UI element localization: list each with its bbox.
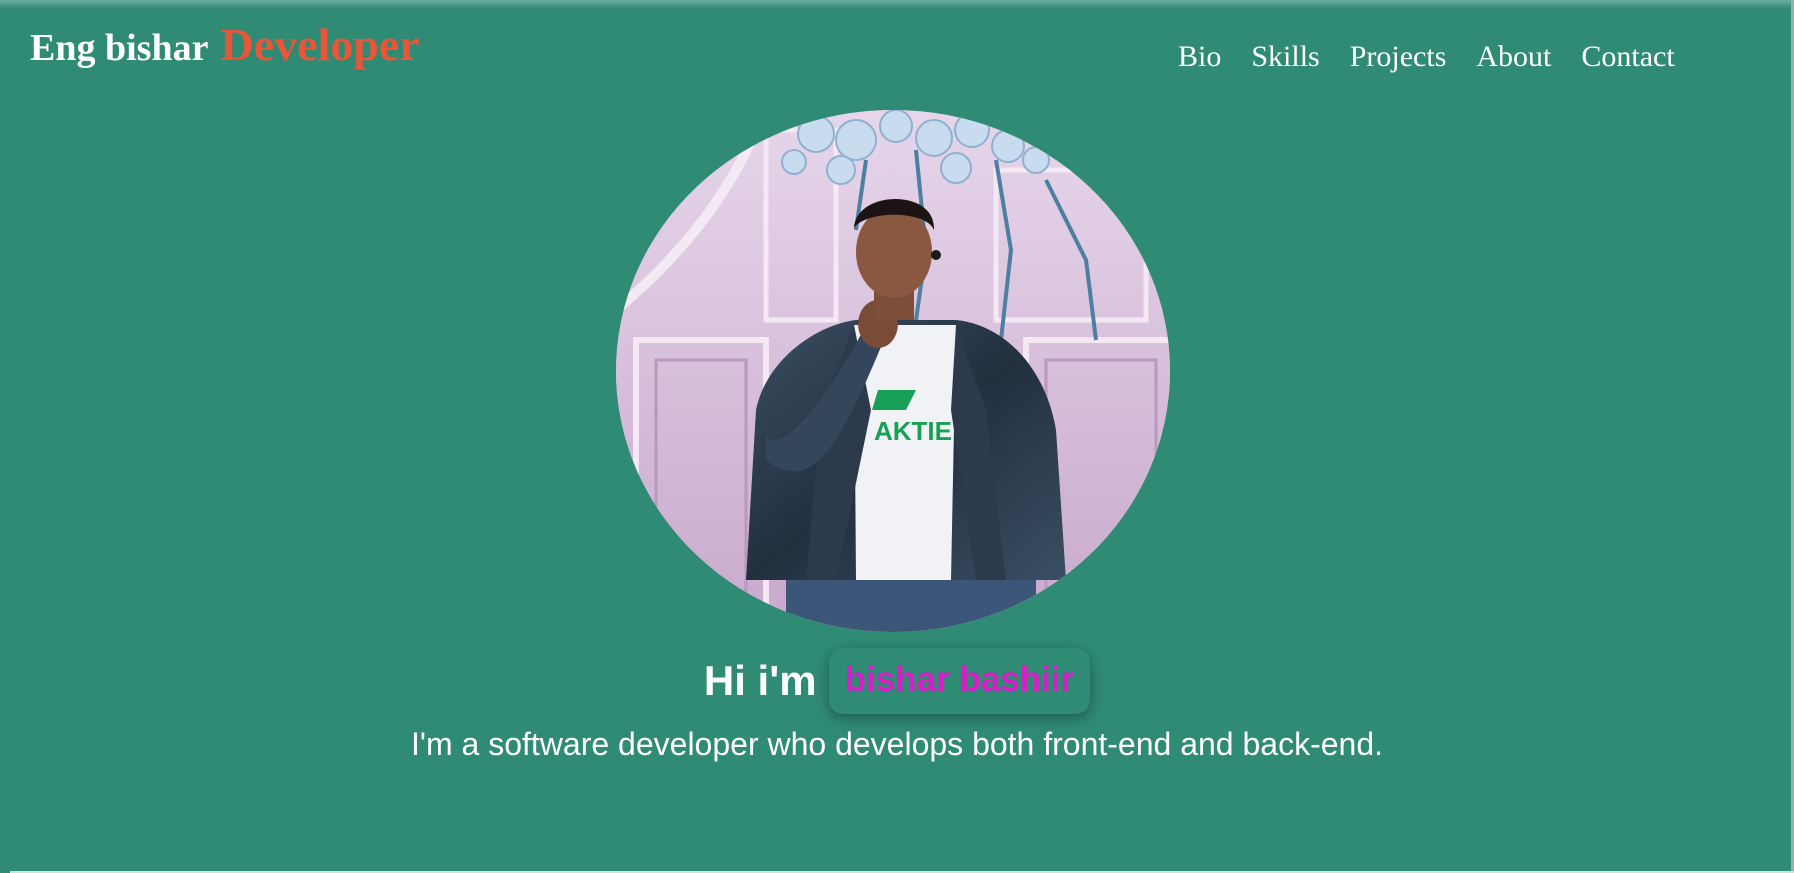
- nav-projects[interactable]: Projects: [1350, 40, 1447, 74]
- hero-greeting: Hi i'm bishar bashiir: [0, 648, 1794, 714]
- profile-photo: AKTIE: [616, 110, 1170, 632]
- top-border: [0, 0, 1794, 9]
- nav-skills[interactable]: Skills: [1251, 40, 1319, 74]
- nav-about[interactable]: About: [1476, 40, 1551, 74]
- brand-accent: Developer: [220, 19, 420, 70]
- nav-contact[interactable]: Contact: [1581, 40, 1674, 74]
- main-nav: Bio Skills Projects About Contact: [1178, 40, 1705, 74]
- svg-text:AKTIE: AKTIE: [874, 416, 952, 446]
- hero-tagline: I'm a software developer who develops bo…: [410, 726, 1384, 762]
- brand-logo[interactable]: Eng bishar Developer: [30, 18, 420, 71]
- brand-name: Eng bishar: [30, 27, 209, 69]
- page: Eng bishar Developer Bio Skills Projects…: [0, 0, 1794, 873]
- greeting-text: Hi i'm: [703, 657, 817, 704]
- nav-bio[interactable]: Bio: [1178, 40, 1221, 74]
- name-badge: bishar bashiir: [828, 648, 1091, 714]
